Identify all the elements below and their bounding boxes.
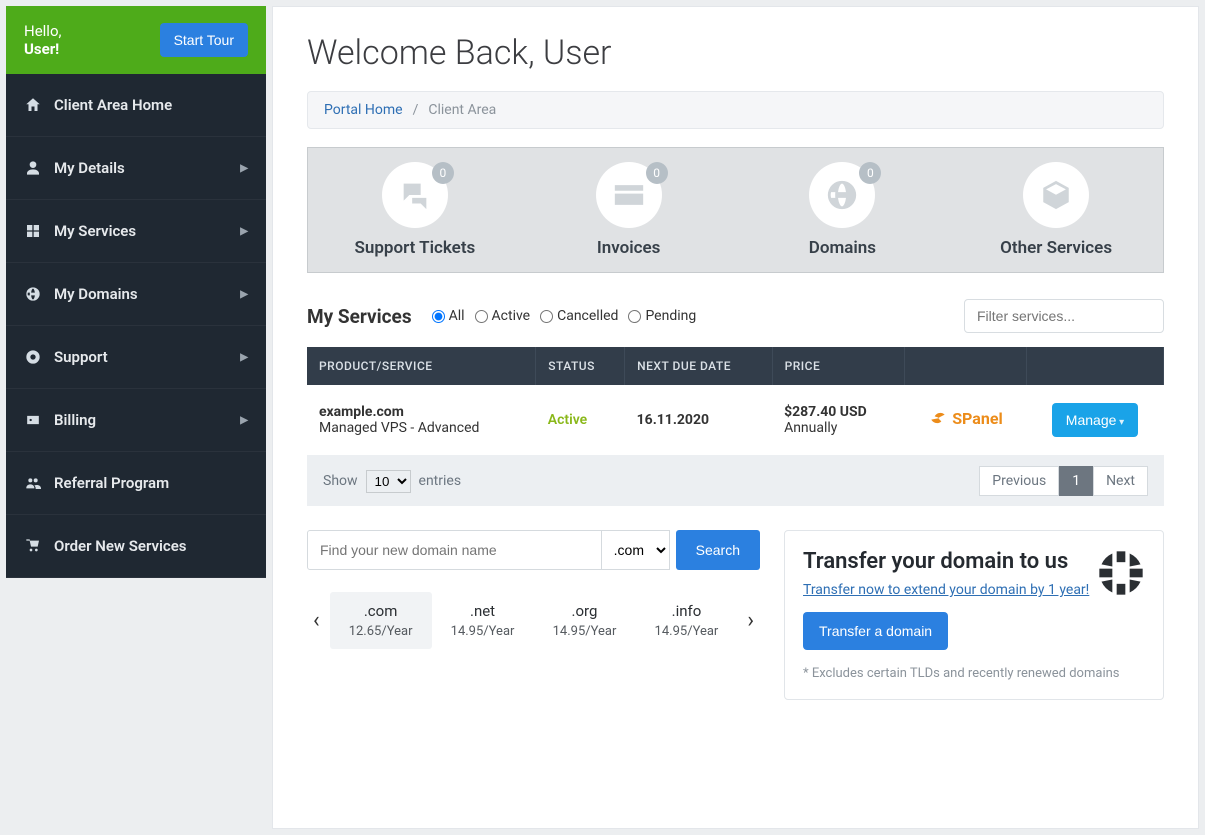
filter-all[interactable]: All — [432, 308, 465, 324]
th-product[interactable]: PRODUCT/SERVICE — [307, 347, 536, 385]
nav-support[interactable]: Support ▶ — [6, 326, 266, 389]
stat-invoices[interactable]: 0 Invoices — [522, 162, 736, 258]
breadcrumb-current: Client Area — [428, 102, 496, 118]
chevron-right-icon: ▶ — [240, 352, 248, 363]
filter-active[interactable]: Active — [475, 308, 531, 324]
filter-cancelled[interactable]: Cancelled — [540, 308, 618, 324]
stat-badge: 0 — [432, 162, 454, 184]
transfer-note: * Excludes certain TLDs and recently ren… — [803, 666, 1145, 681]
tld-option[interactable]: .info 14.95/Year — [635, 592, 737, 649]
my-services-heading: My Services — [307, 305, 412, 328]
spanel-logo[interactable]: SPanel — [928, 408, 1002, 428]
tld-option[interactable]: .net 14.95/Year — [432, 592, 534, 649]
service-domain: example.com — [319, 404, 524, 420]
chat-icon — [398, 178, 432, 212]
pager-next[interactable]: Next — [1093, 466, 1148, 496]
nav-my-domains[interactable]: My Domains ▶ — [6, 263, 266, 326]
nav-client-area-home[interactable]: Client Area Home — [6, 74, 266, 137]
user-icon — [24, 159, 42, 177]
users-icon — [24, 474, 42, 492]
service-price: $287.40 USD — [784, 404, 892, 420]
breadcrumb-home[interactable]: Portal Home — [324, 102, 403, 118]
domain-search-button[interactable]: Search — [676, 530, 760, 570]
nav-billing[interactable]: Billing ▶ — [6, 389, 266, 452]
tld-select[interactable]: .com — [602, 530, 670, 570]
service-row: example.com Managed VPS - Advanced Activ… — [307, 385, 1164, 456]
service-plan: Managed VPS - Advanced — [319, 420, 524, 436]
filter-pending[interactable]: Pending — [628, 308, 696, 324]
globe-icon — [1095, 547, 1147, 599]
greeting-user: User! — [24, 40, 61, 58]
stat-other[interactable]: Other Services — [949, 162, 1163, 258]
pager-current[interactable]: 1 — [1059, 466, 1093, 496]
th-price[interactable]: PRICE — [772, 347, 904, 385]
tld-option[interactable]: .org 14.95/Year — [534, 592, 636, 649]
pager-prev[interactable]: Previous — [979, 466, 1059, 496]
th-status[interactable]: STATUS — [536, 347, 625, 385]
card-icon — [612, 178, 646, 212]
greeting-box: Hello, User! Start Tour — [6, 6, 266, 74]
cart-icon — [24, 537, 42, 555]
service-status: Active — [548, 412, 587, 428]
transfer-box: Transfer your domain to us Transfer now … — [784, 530, 1164, 700]
filter-services-input[interactable] — [964, 299, 1164, 333]
money-icon — [24, 411, 42, 429]
entries-select[interactable]: 10 — [366, 470, 411, 493]
transfer-title: Transfer your domain to us — [803, 549, 1145, 574]
transfer-sub-link[interactable]: Transfer now to extend your domain by 1 … — [803, 582, 1089, 598]
stat-domains[interactable]: 0 Domains — [736, 162, 950, 258]
start-tour-button[interactable]: Start Tour — [160, 23, 248, 57]
service-due: 16.11.2020 — [637, 412, 709, 428]
chevron-right-icon: ▶ — [240, 226, 248, 237]
greeting-hello: Hello, — [24, 22, 61, 40]
chevron-right-icon: ▶ — [240, 289, 248, 300]
page-title: Welcome Back, User — [307, 33, 1164, 73]
domain-search-input[interactable] — [307, 530, 602, 570]
chevron-right-icon: ▶ — [240, 415, 248, 426]
tld-option[interactable]: .com 12.65/Year — [330, 592, 432, 649]
chevron-right-icon: ▶ — [240, 163, 248, 174]
grid-icon — [24, 222, 42, 240]
carousel-next[interactable]: › — [741, 608, 760, 633]
service-period: Annually — [784, 420, 892, 436]
globe-icon — [825, 178, 859, 212]
stat-tickets[interactable]: 0 Support Tickets — [308, 162, 522, 258]
nav-my-services[interactable]: My Services ▶ — [6, 200, 266, 263]
breadcrumb: Portal Home / Client Area — [307, 91, 1164, 129]
stat-badge: 0 — [646, 162, 668, 184]
globe-icon — [24, 285, 42, 303]
th-panel — [904, 347, 1026, 385]
manage-button[interactable]: Manage — [1052, 403, 1138, 437]
nav-order-services[interactable]: Order New Services — [6, 515, 266, 578]
spanel-icon — [928, 408, 948, 428]
nav-my-details[interactable]: My Details ▶ — [6, 137, 266, 200]
life-ring-icon — [24, 348, 42, 366]
th-due[interactable]: NEXT DUE DATE — [625, 347, 772, 385]
stat-badge: 0 — [859, 162, 881, 184]
home-icon — [24, 96, 42, 114]
th-action — [1027, 347, 1164, 385]
nav-referral[interactable]: Referral Program — [6, 452, 266, 515]
transfer-button[interactable]: Transfer a domain — [803, 612, 948, 650]
carousel-prev[interactable]: ‹ — [307, 608, 326, 633]
box-icon — [1039, 178, 1073, 212]
